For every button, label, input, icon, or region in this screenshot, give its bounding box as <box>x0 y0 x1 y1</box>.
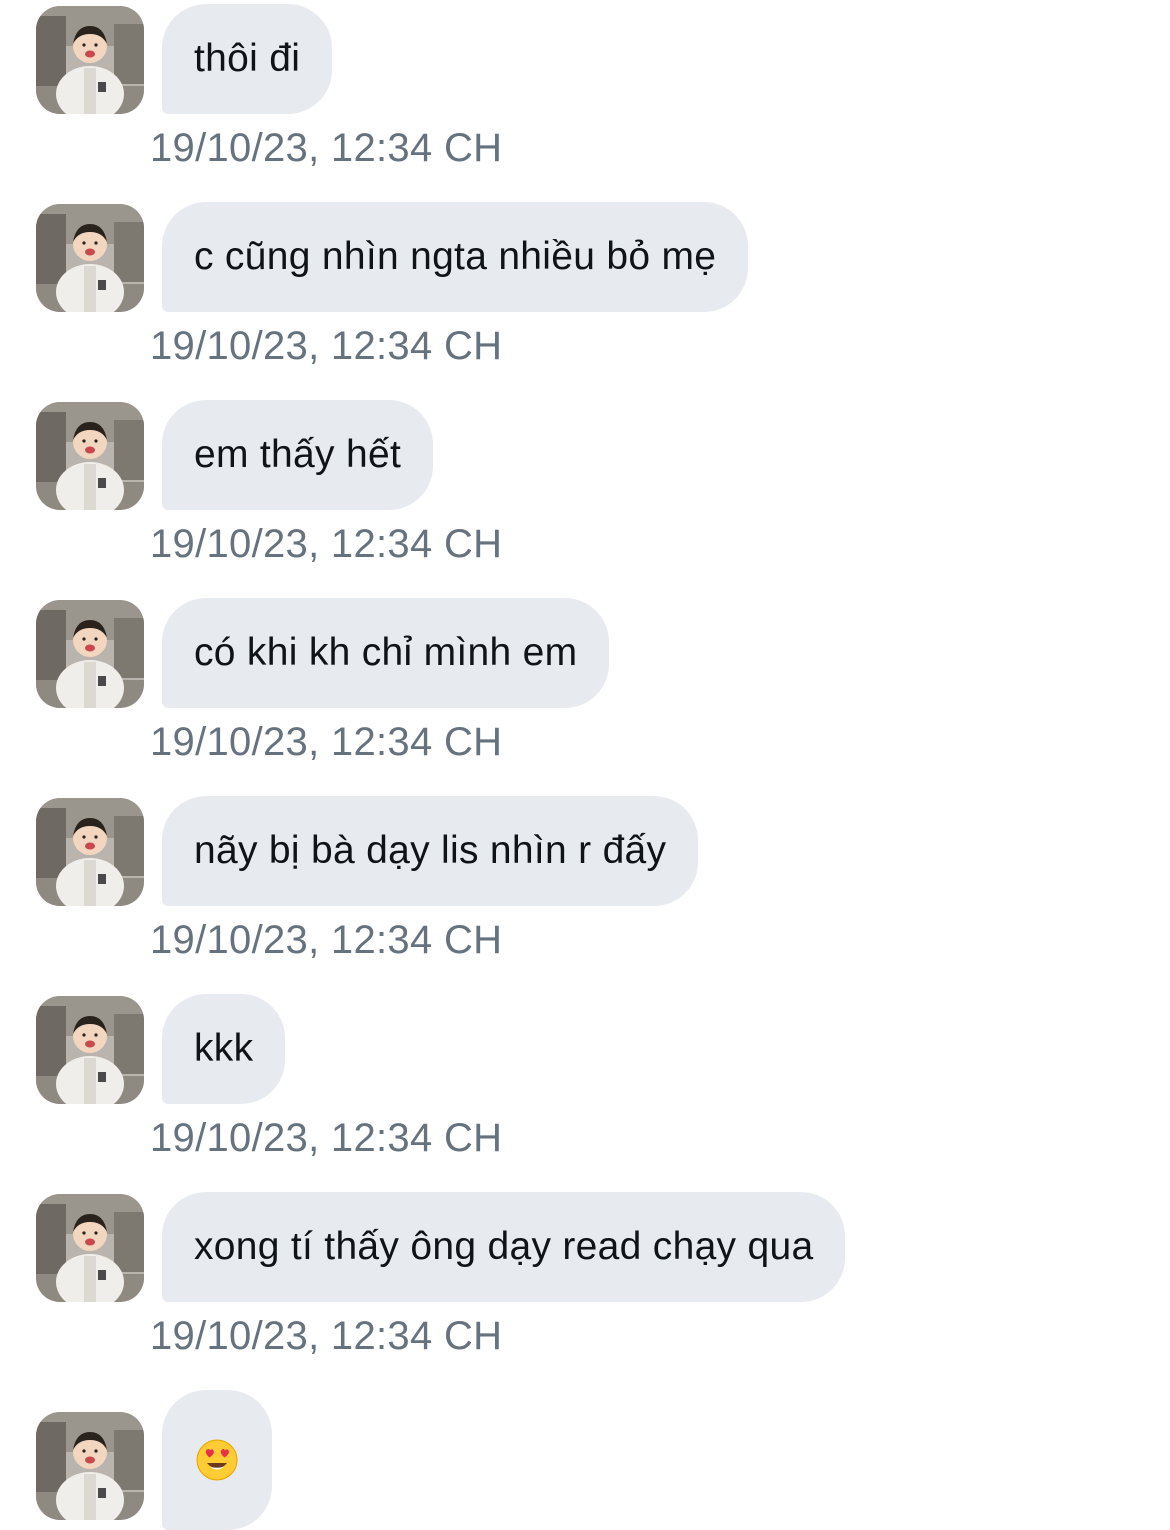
avatar-photo <box>36 996 144 1104</box>
message-bubble[interactable] <box>162 1390 272 1530</box>
message-row: kkk 19/10/23, 12:34 CH <box>0 990 1170 1188</box>
avatar-photo <box>36 1194 144 1302</box>
avatar-photo <box>36 402 144 510</box>
message-bubble[interactable]: có khi kh chỉ mình em <box>162 598 610 708</box>
message-row: thôi đi 19/10/23, 12:34 CH <box>0 0 1170 198</box>
message-bubble[interactable]: nãy bị bà dạy lis nhìn r đấy <box>162 796 699 906</box>
message-timestamp: 19/10/23, 12:34 CH <box>150 126 503 170</box>
message-bubble[interactable]: c cũng nhìn ngta nhiều bỏ mẹ <box>162 202 749 312</box>
message-row: em thấy hết 19/10/23, 12:34 CH <box>0 396 1170 594</box>
avatar[interactable] <box>36 798 144 906</box>
message-bubble[interactable]: thôi đi <box>162 4 333 114</box>
message-timestamp: 19/10/23, 12:34 CH <box>150 720 503 764</box>
avatar[interactable] <box>36 600 144 708</box>
avatar[interactable] <box>36 6 144 114</box>
message-timestamp: 19/10/23, 12:34 CH <box>150 918 503 962</box>
avatar[interactable] <box>36 204 144 312</box>
avatar-photo <box>36 6 144 114</box>
message-bubble[interactable]: xong tí thấy ông dạy read chạy qua <box>162 1192 846 1302</box>
message-thread: thôi đi 19/10/23, 12:34 CH c cũng nhìn n… <box>0 0 1170 1530</box>
avatar-photo <box>36 600 144 708</box>
message-row: xong tí thấy ông dạy read chạy qua 19/10… <box>0 1188 1170 1386</box>
avatar[interactable] <box>36 402 144 510</box>
message-row <box>0 1386 1170 1530</box>
message-timestamp: 19/10/23, 12:34 CH <box>150 324 503 368</box>
avatar-photo <box>36 204 144 312</box>
avatar[interactable] <box>36 1194 144 1302</box>
message-bubble[interactable]: em thấy hết <box>162 400 434 510</box>
avatar-photo <box>36 798 144 906</box>
avatar-photo <box>36 1412 144 1520</box>
message-row: có khi kh chỉ mình em 19/10/23, 12:34 CH <box>0 594 1170 792</box>
avatar[interactable] <box>36 996 144 1104</box>
message-row: nãy bị bà dạy lis nhìn r đấy 19/10/23, 1… <box>0 792 1170 990</box>
message-timestamp: 19/10/23, 12:34 CH <box>150 522 503 566</box>
avatar[interactable] <box>36 1412 144 1520</box>
heart-eyes-emoji-icon <box>196 1439 238 1481</box>
message-timestamp: 19/10/23, 12:34 CH <box>150 1314 503 1358</box>
message-bubble[interactable]: kkk <box>162 994 286 1104</box>
message-row: c cũng nhìn ngta nhiều bỏ mẹ 19/10/23, 1… <box>0 198 1170 396</box>
message-timestamp: 19/10/23, 12:34 CH <box>150 1116 503 1160</box>
